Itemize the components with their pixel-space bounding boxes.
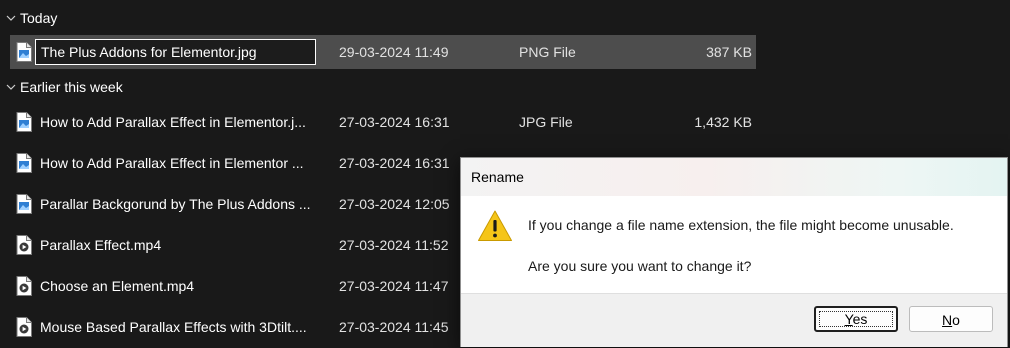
file-date: 27-03-2024 12:05 xyxy=(339,196,450,212)
file-type: PNG File xyxy=(519,44,576,60)
file-size: 1,432 KB xyxy=(694,114,752,130)
group-title: Earlier this week xyxy=(20,79,123,95)
no-button[interactable]: No xyxy=(909,306,993,332)
file-name: Parallar Backgorund by The Plus Addons .… xyxy=(40,196,311,212)
file-name: Parallax Effect.mp4 xyxy=(40,237,162,253)
dialog-titlebar[interactable]: Rename xyxy=(461,158,1007,196)
chevron-down-icon[interactable] xyxy=(2,7,20,29)
rename-dialog: Rename If you change a file name extensi… xyxy=(460,157,1008,347)
video-file-icon xyxy=(16,235,32,255)
group-header-earlier-this-week[interactable]: Earlier this week xyxy=(0,76,123,98)
warning-icon xyxy=(477,209,513,243)
file-type: JPG File xyxy=(519,114,573,130)
dialog-title: Rename xyxy=(471,169,524,185)
file-row[interactable]: How to Add Parallax Effect in Elementor.… xyxy=(10,105,756,139)
image-file-icon xyxy=(16,112,32,132)
yes-button[interactable]: Yes xyxy=(814,306,898,332)
file-name: Mouse Based Parallax Effects with 3Dtilt… xyxy=(40,319,307,335)
no-label-rest: o xyxy=(952,312,960,328)
video-file-icon xyxy=(16,276,32,296)
file-date: 27-03-2024 16:31 xyxy=(339,114,450,130)
dialog-question: Are you sure you want to change it? xyxy=(528,258,752,274)
no-mnemonic: N xyxy=(942,312,953,328)
file-row-renaming[interactable]: 29-03-2024 11:49 PNG File 387 KB xyxy=(10,35,756,69)
file-date: 27-03-2024 11:45 xyxy=(339,319,449,335)
image-file-icon xyxy=(16,42,32,62)
file-name: Choose an Element.mp4 xyxy=(40,278,195,294)
file-name: How to Add Parallax Effect in Elementor.… xyxy=(40,114,306,130)
file-size: 387 KB xyxy=(706,44,752,60)
file-date: 27-03-2024 11:52 xyxy=(339,237,449,253)
image-file-icon xyxy=(16,194,32,214)
dialog-footer: Yes No xyxy=(461,293,1007,347)
group-header-today[interactable]: Today xyxy=(0,7,57,29)
file-date: 27-03-2024 11:47 xyxy=(339,278,449,294)
file-date: 27-03-2024 16:31 xyxy=(339,155,450,171)
image-file-icon xyxy=(16,153,32,173)
focus-ring xyxy=(819,311,893,327)
group-title: Today xyxy=(20,10,58,26)
file-date: 29-03-2024 11:49 xyxy=(339,44,449,60)
chevron-down-icon[interactable] xyxy=(2,76,20,98)
dialog-message: If you change a file name extension, the… xyxy=(528,217,954,233)
rename-input[interactable] xyxy=(35,39,316,65)
video-file-icon xyxy=(16,317,32,337)
file-name: How to Add Parallax Effect in Elementor … xyxy=(40,155,304,171)
